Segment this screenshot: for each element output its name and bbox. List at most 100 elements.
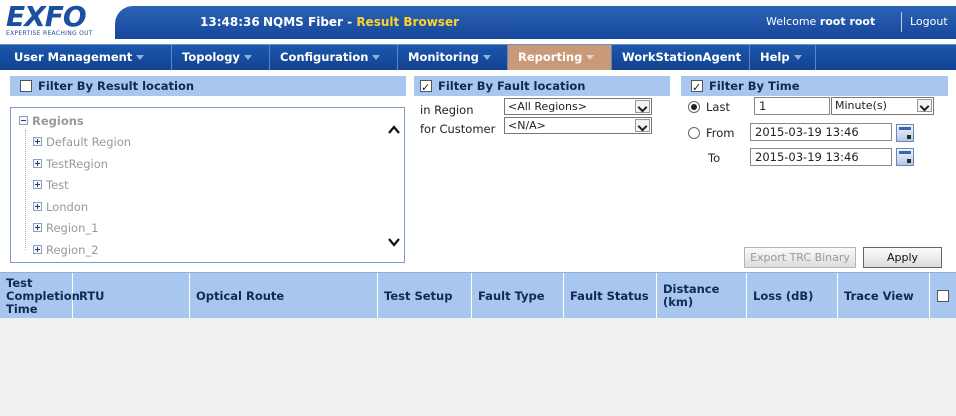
- top-bar: 13:48:36 NQMS Fiber - Result Browser Wel…: [115, 6, 956, 39]
- logo-tagline: EXPERTISE REACHING OUT: [6, 30, 93, 37]
- menu-monitoring[interactable]: Monitoring: [398, 45, 508, 70]
- menu-help[interactable]: Help: [750, 45, 816, 70]
- customer-label: for Customer: [420, 122, 496, 136]
- last-option[interactable]: Last: [688, 100, 730, 114]
- from-option[interactable]: From: [688, 126, 735, 140]
- from-radio[interactable]: [688, 126, 700, 139]
- app-header: EXFO EXPERTISE REACHING OUT 13:48:36 NQM…: [0, 0, 956, 44]
- menu-workstationagent[interactable]: WorkStationAgent: [612, 45, 750, 70]
- results-table-body: [0, 318, 956, 416]
- filter-location-header: Filter By Result location: [10, 76, 406, 96]
- expand-icon[interactable]: [33, 159, 42, 168]
- customer-select-value: <N/A>: [508, 119, 546, 132]
- results-table-header: Test Completion Time RTU Optical Route T…: [0, 272, 956, 319]
- expand-icon[interactable]: [33, 137, 42, 146]
- col-distance[interactable]: Distance (km): [657, 273, 747, 319]
- tree-item[interactable]: Default Region: [33, 135, 131, 149]
- col-trace-view[interactable]: Trace View: [838, 273, 930, 319]
- welcome-prefix: Welcome: [766, 15, 820, 28]
- collapse-icon[interactable]: [19, 116, 28, 125]
- menu-label: Reporting: [518, 50, 583, 64]
- chevron-down-icon: [793, 55, 802, 60]
- tree-item-label: Region_1: [46, 221, 99, 235]
- menu-user-management[interactable]: User Management: [0, 45, 172, 70]
- chevron-down-icon: [136, 55, 145, 60]
- chevron-down-icon: [586, 55, 595, 60]
- to-label: To: [708, 151, 721, 165]
- filter-fault-title: Filter By Fault location: [438, 79, 586, 93]
- menu-topology[interactable]: Topology: [172, 45, 270, 70]
- menu-label: Help: [760, 50, 790, 64]
- region-select-value: <All Regions>: [508, 100, 587, 113]
- product-title: NQMS Fiber - Result Browser: [263, 15, 459, 29]
- tree-item[interactable]: London: [33, 200, 88, 214]
- tree-item-label: TestRegion: [46, 157, 109, 171]
- filter-location-checkbox[interactable]: [20, 79, 32, 92]
- chevron-down-icon: [482, 55, 491, 60]
- col-rtu[interactable]: RTU: [73, 273, 190, 319]
- product-name: NQMS Fiber -: [263, 15, 357, 29]
- menu-reporting[interactable]: Reporting: [508, 45, 612, 70]
- menu-label: Monitoring: [408, 50, 479, 64]
- tree-item-label: London: [46, 200, 89, 214]
- tree-item-label: Test: [46, 178, 69, 192]
- tree-item-label: Default Region: [46, 135, 132, 149]
- time-unit-select[interactable]: Minute(s): [831, 97, 934, 115]
- chevron-down-icon[interactable]: [635, 119, 650, 132]
- customer-select[interactable]: <N/A>: [504, 117, 652, 134]
- col-loss[interactable]: Loss (dB): [747, 273, 838, 319]
- chevron-down-icon[interactable]: [917, 99, 932, 112]
- tree-item[interactable]: Test: [33, 178, 69, 192]
- filter-fault-checkbox[interactable]: [420, 78, 432, 98]
- filter-time-header: Filter By Time: [681, 76, 948, 98]
- exfo-logo: EXFO EXPERTISE REACHING OUT: [6, 2, 106, 42]
- chevron-down-icon[interactable]: [635, 100, 650, 113]
- menu-label: WorkStationAgent: [622, 50, 742, 64]
- menu-configuration[interactable]: Configuration: [270, 45, 398, 70]
- expand-icon[interactable]: [33, 202, 42, 211]
- tree-item[interactable]: Region_2: [33, 243, 98, 257]
- expand-icon[interactable]: [33, 245, 42, 254]
- menu-label: Topology: [182, 50, 240, 64]
- export-trc-button[interactable]: Export TRC Binary: [744, 247, 856, 268]
- tree-item[interactable]: Region_1: [33, 221, 98, 235]
- tree-guide: [25, 130, 26, 250]
- last-value-input[interactable]: 1: [754, 97, 830, 115]
- col-optical-route[interactable]: Optical Route: [190, 273, 378, 319]
- calendar-icon[interactable]: [896, 148, 914, 166]
- calendar-icon[interactable]: [896, 124, 914, 142]
- menu-label: Configuration: [280, 50, 369, 64]
- clock: 13:48:36: [200, 15, 260, 29]
- tree-item[interactable]: TestRegion: [33, 157, 108, 171]
- chevron-down-icon: [372, 55, 381, 60]
- menu-label: User Management: [14, 50, 133, 64]
- filter-time-title: Filter By Time: [709, 79, 800, 93]
- topbar-divider: [901, 12, 902, 32]
- from-date-input[interactable]: 2015-03-19 13:46: [750, 123, 892, 141]
- product-section: Result Browser: [356, 15, 459, 29]
- expand-icon[interactable]: [33, 180, 42, 189]
- scroll-down-icon[interactable]: [388, 236, 400, 248]
- col-fault-status[interactable]: Fault Status: [564, 273, 657, 319]
- filter-location-title: Filter By Result location: [38, 79, 195, 93]
- region-label: in Region: [420, 103, 474, 117]
- filter-fault-header: Filter By Fault location: [414, 76, 670, 98]
- expand-icon[interactable]: [33, 223, 42, 232]
- col-fault-type[interactable]: Fault Type: [472, 273, 564, 319]
- tree-root-regions[interactable]: Regions: [19, 114, 84, 128]
- logout-link[interactable]: Logout: [910, 15, 948, 28]
- from-label: From: [706, 126, 735, 140]
- region-select[interactable]: <All Regions>: [504, 98, 652, 115]
- logo-brand: EXFO: [6, 0, 87, 33]
- col-test-completion-time[interactable]: Test Completion Time: [0, 273, 80, 319]
- col-test-setup[interactable]: Test Setup: [378, 273, 472, 319]
- select-all-checkbox[interactable]: [937, 290, 949, 302]
- select-all-cell: [930, 273, 956, 319]
- last-radio[interactable]: [688, 100, 700, 113]
- scroll-up-icon[interactable]: [388, 124, 400, 136]
- filter-time-checkbox[interactable]: [691, 78, 703, 98]
- apply-button[interactable]: Apply: [863, 247, 942, 268]
- tree-item-label: Region_2: [46, 243, 99, 257]
- welcome-user: root root: [819, 15, 876, 28]
- to-date-input[interactable]: 2015-03-19 13:46: [750, 148, 892, 166]
